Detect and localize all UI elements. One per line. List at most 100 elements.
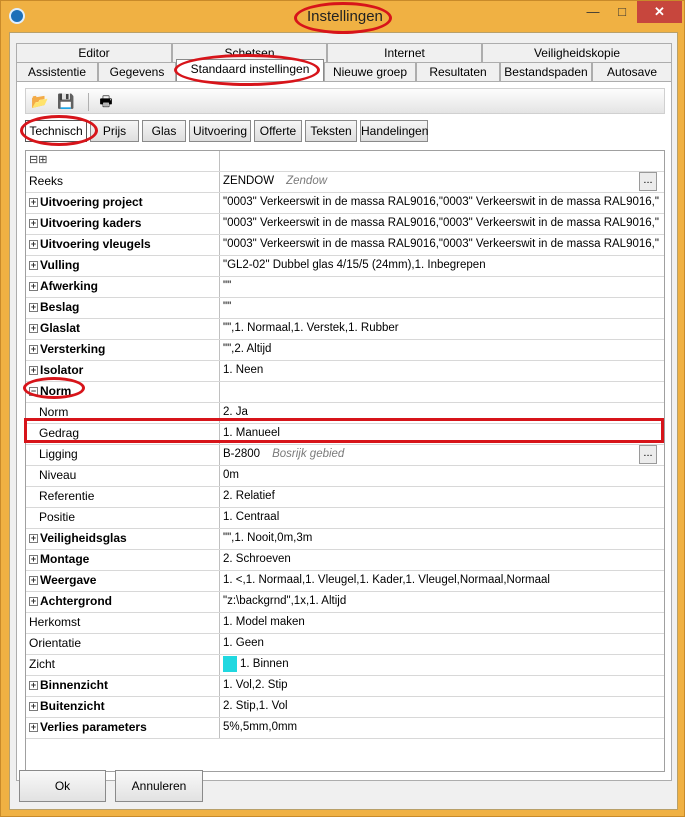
property-value[interactable]: "0003" Verkeerswit in de massa RAL9016,"… (221, 235, 659, 255)
expand-icon[interactable]: + (29, 534, 38, 544)
category-handelingen[interactable]: Handelingen (360, 120, 428, 142)
expand-icon[interactable]: + (29, 555, 38, 565)
property-value[interactable]: "0003" Verkeerswit in de massa RAL9016,"… (221, 214, 659, 234)
cancel-button[interactable]: Annuleren (115, 770, 203, 802)
property-value[interactable]: "" (221, 298, 659, 318)
expand-icon[interactable]: + (29, 324, 38, 334)
property-value-text: "0003" Verkeerswit in de massa RAL9016,"… (223, 238, 659, 250)
property-row[interactable]: Reeks ZENDOW Zendow... (26, 172, 664, 193)
expand-icon[interactable]: + (29, 723, 38, 733)
property-row[interactable]: + Afwerking "" (26, 277, 664, 298)
property-row[interactable]: Gedrag 1. Manueel (26, 424, 664, 445)
property-row[interactable]: + Beslag "" (26, 298, 664, 319)
property-row[interactable]: Herkomst 1. Model maken (26, 613, 664, 634)
folder-open-icon[interactable]: 📂 (30, 92, 50, 110)
property-value[interactable]: 1. Neen (221, 361, 659, 381)
ok-button[interactable]: Ok (19, 770, 106, 802)
property-value[interactable]: "GL2-02" Dubbel glas 4/15/5 (24mm),1. In… (221, 256, 659, 276)
expand-collapse-all-icon[interactable]: ⊟⊞ (26, 151, 220, 171)
tab-standaard-instellingen[interactable]: Standaard instellingen (176, 59, 324, 81)
property-row[interactable]: + Montage 2. Schroeven (26, 550, 664, 571)
tab-veiligheidskopie[interactable]: Veiligheidskopie (482, 43, 672, 62)
expand-icon[interactable]: + (29, 282, 38, 292)
property-value[interactable]: 1. Centraal (221, 508, 659, 528)
property-value[interactable]: 1. Manueel (221, 424, 659, 444)
expand-icon[interactable]: + (29, 219, 38, 229)
property-row[interactable]: + Verlies parameters 5%,5mm,0mm (26, 718, 664, 739)
expand-icon[interactable]: + (29, 261, 38, 271)
close-button[interactable]: ✕ (637, 1, 682, 23)
property-value[interactable]: 2. Schroeven (221, 550, 659, 570)
property-row[interactable]: Orientatie 1. Geen (26, 634, 664, 655)
category-prijs[interactable]: Prijs (90, 120, 139, 142)
expand-icon[interactable]: + (29, 240, 38, 250)
property-row[interactable]: + Isolator 1. Neen (26, 361, 664, 382)
browse-button[interactable]: ... (639, 172, 657, 191)
property-row[interactable]: − Norm (26, 382, 664, 403)
property-value[interactable]: 1. <,1. Normaal,1. Vleugel,1. Kader,1. V… (221, 571, 659, 591)
property-value[interactable]: 1. Vol,2. Stip (221, 676, 659, 696)
property-row[interactable]: + Uitvoering kaders "0003" Verkeerswit in … (26, 214, 664, 235)
category-glas[interactable]: Glas (142, 120, 186, 142)
expand-icon[interactable]: + (29, 366, 38, 376)
property-row[interactable]: Niveau 0m (26, 466, 664, 487)
property-value[interactable]: "z:\backgrnd",1x,1. Altijd (221, 592, 659, 612)
expand-icon[interactable]: + (29, 303, 38, 313)
property-row[interactable]: Zicht 1. Binnen (26, 655, 664, 676)
property-value[interactable]: B-2800 Bosrijk gebied... (221, 445, 659, 465)
property-value[interactable]: 2. Stip,1. Vol (221, 697, 659, 717)
property-value[interactable]: 0m (221, 466, 659, 486)
browse-button[interactable]: ... (639, 445, 657, 464)
tab-bestandspaden[interactable]: Bestandspaden (500, 62, 592, 81)
property-value[interactable]: ZENDOW Zendow... (221, 172, 659, 192)
save-icon[interactable]: 💾 (56, 92, 76, 110)
property-value[interactable]: 2. Relatief (221, 487, 659, 507)
tab-gegevens[interactable]: Gegevens (98, 62, 176, 81)
expand-icon[interactable]: + (29, 576, 38, 586)
property-row[interactable]: + Glaslat "",1. Normaal,1. Verstek,1. Rubb… (26, 319, 664, 340)
property-row[interactable]: Positie 1. Centraal (26, 508, 664, 529)
expand-icon[interactable]: + (29, 597, 38, 607)
property-value[interactable] (221, 382, 659, 402)
property-value[interactable]: "",2. Altijd (221, 340, 659, 360)
tab-nieuwe-groep[interactable]: Nieuwe groep (324, 62, 416, 81)
tab-internet[interactable]: Internet (327, 43, 482, 62)
expand-icon[interactable]: + (29, 198, 38, 208)
expand-icon[interactable]: + (29, 681, 38, 691)
property-value[interactable]: "" (221, 277, 659, 297)
property-row[interactable]: + Achtergrond "z:\backgrnd",1x,1. Altijd (26, 592, 664, 613)
property-row[interactable]: + Weergave 1. <,1. Normaal,1. Vleugel,1. K… (26, 571, 664, 592)
property-row[interactable]: Norm 2. Ja (26, 403, 664, 424)
collapse-icon[interactable]: − (29, 387, 38, 397)
category-technisch[interactable]: Technisch (25, 120, 87, 142)
property-value[interactable]: 1. Model maken (221, 613, 659, 633)
property-value[interactable]: "",1. Nooit,0m,3m (221, 529, 659, 549)
tab-resultaten[interactable]: Resultaten (416, 62, 500, 81)
tab-editor[interactable]: Editor (16, 43, 172, 62)
property-row[interactable]: Referentie 2. Relatief (26, 487, 664, 508)
minimize-button[interactable]: — (579, 1, 607, 23)
tab-assistentie[interactable]: Assistentie (16, 62, 98, 81)
property-row[interactable]: + Uitvoering vleugels "0003" Verkeerswit i… (26, 235, 664, 256)
property-row[interactable]: + Versterking "",2. Altijd (26, 340, 664, 361)
expand-icon[interactable]: + (29, 345, 38, 355)
property-value[interactable]: 5%,5mm,0mm (221, 718, 659, 738)
property-value[interactable]: 1. Binnen (221, 655, 659, 675)
maximize-button[interactable]: □ (608, 1, 636, 23)
tab-autosave[interactable]: Autosave (592, 62, 672, 81)
property-row[interactable]: + Buitenzicht 2. Stip,1. Vol (26, 697, 664, 718)
property-row[interactable]: + Uitvoering project "0003" Verkeerswit in… (26, 193, 664, 214)
property-value[interactable]: 2. Ja (221, 403, 659, 423)
property-value[interactable]: "0003" Verkeerswit in de massa RAL9016,"… (221, 193, 659, 213)
property-value[interactable]: 1. Geen (221, 634, 659, 654)
category-teksten[interactable]: Teksten (305, 120, 357, 142)
expand-icon[interactable]: + (29, 702, 38, 712)
property-row[interactable]: + Binnenzicht 1. Vol,2. Stip (26, 676, 664, 697)
property-value[interactable]: "",1. Normaal,1. Verstek,1. Rubber (221, 319, 659, 339)
property-row[interactable]: + Veiligheidsglas "",1. Nooit,0m,3m (26, 529, 664, 550)
category-offerte[interactable]: Offerte (254, 120, 302, 142)
property-row[interactable]: Ligging B-2800 Bosrijk gebied... (26, 445, 664, 466)
category-uitvoering[interactable]: Uitvoering (189, 120, 251, 142)
property-row[interactable]: + Vulling "GL2-02" Dubbel glas 4/15/5 (24m… (26, 256, 664, 277)
print-icon[interactable]: 🖶 (96, 92, 116, 110)
